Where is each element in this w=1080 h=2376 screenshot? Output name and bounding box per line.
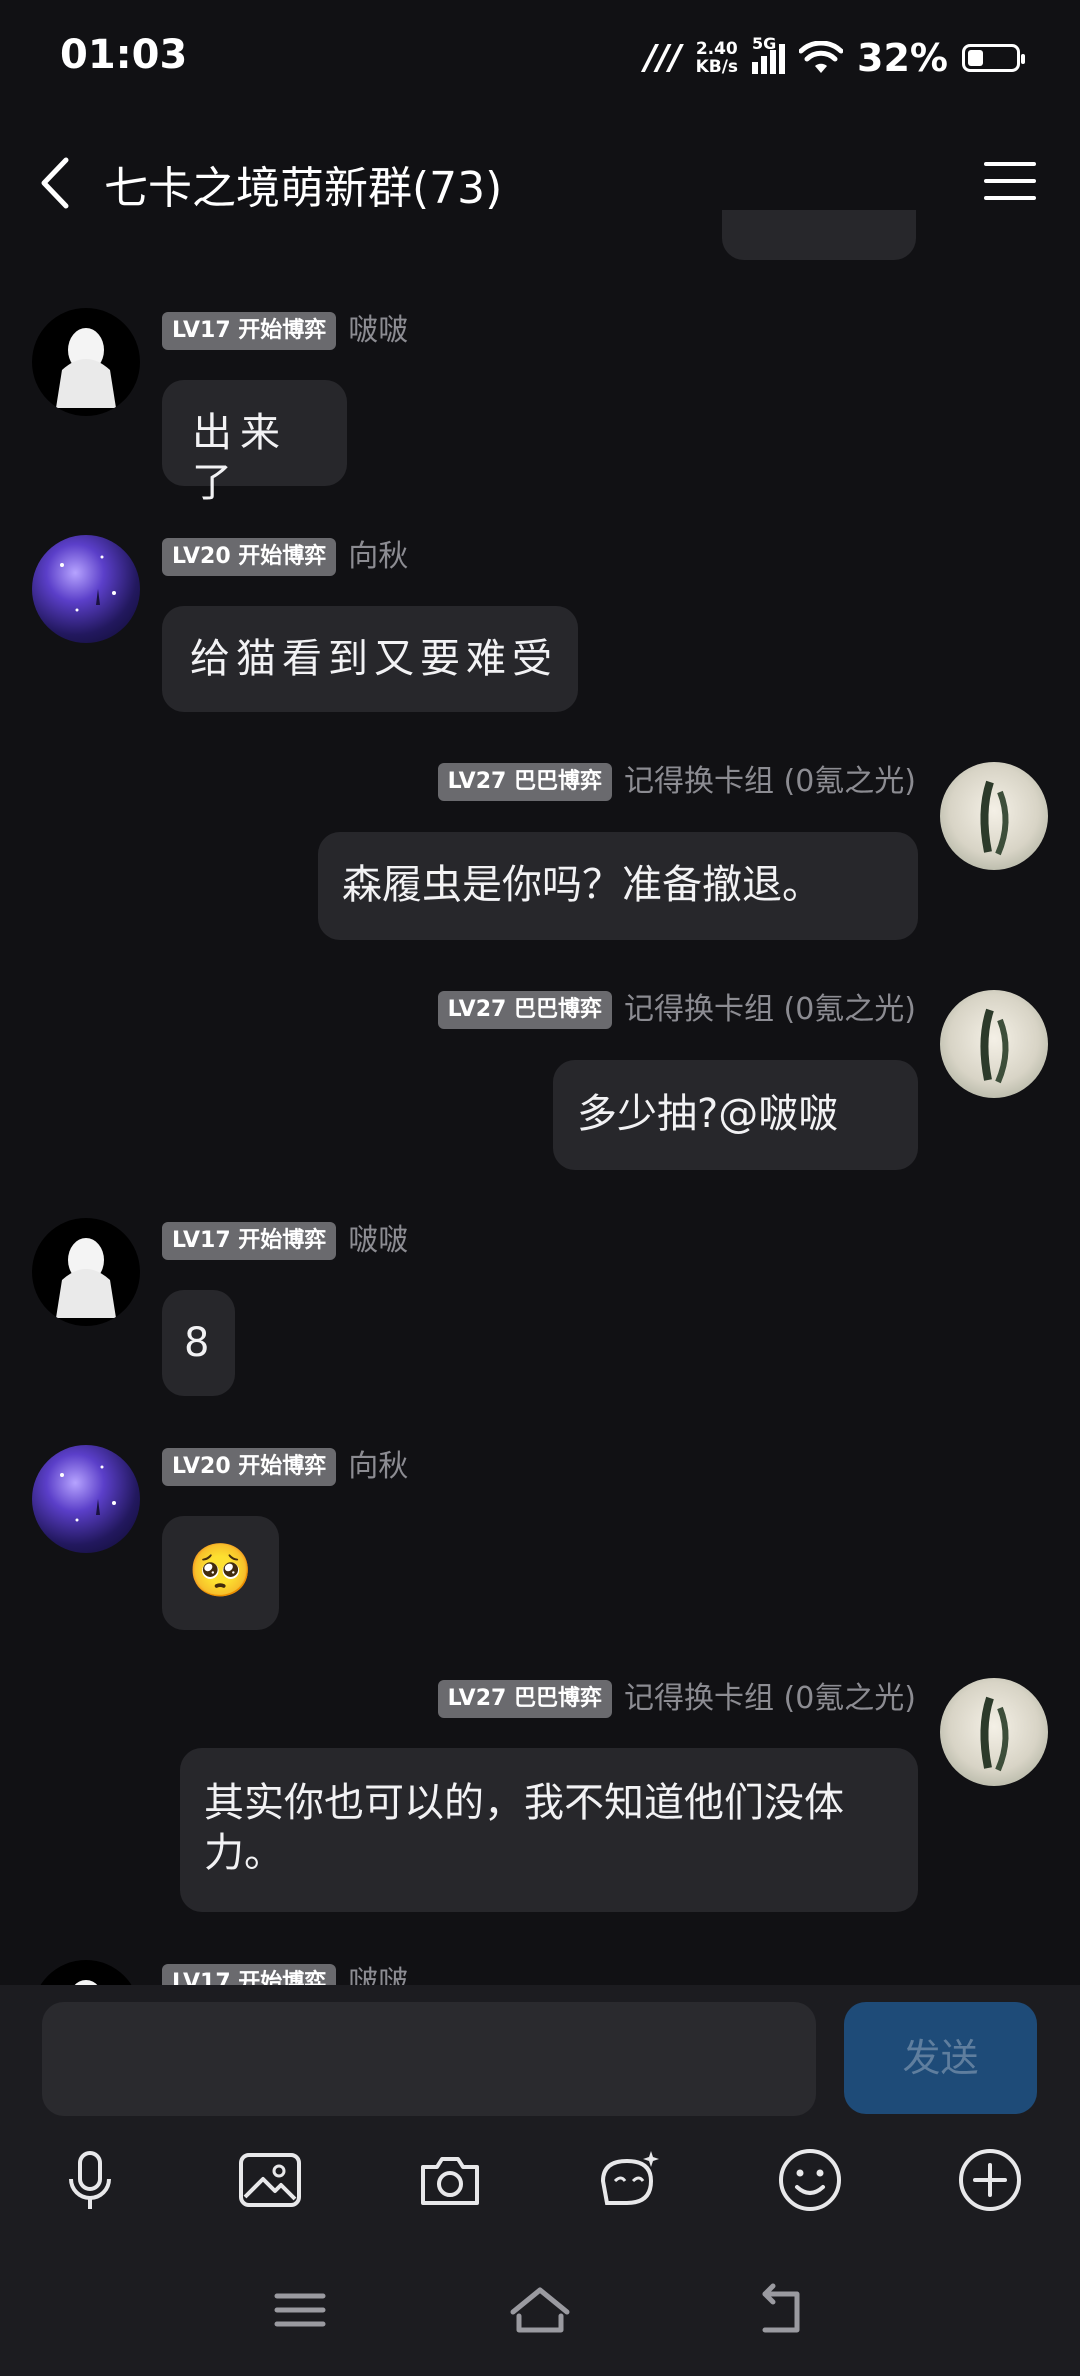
level-badge: LV17 开始博弈 xyxy=(162,312,337,350)
sender-name: 啵啵 xyxy=(348,1223,409,1258)
message-bubble[interactable]: 森履虫是你吗？准备撤退。 xyxy=(318,832,918,940)
message-text: 其实你也可以的，我不知道他们没体力。 xyxy=(204,1780,844,1876)
message-bubble[interactable]: 其实你也可以的，我不知道他们没体力。 xyxy=(180,1748,918,1912)
status-icons: /// 2.40 KB/s 5G 32% xyxy=(644,34,1025,80)
camera-icon[interactable] xyxy=(410,2140,490,2220)
message-meta: LV20 开始博弈 向秋 xyxy=(162,538,408,576)
recents-icon[interactable] xyxy=(265,2280,335,2340)
home-icon[interactable] xyxy=(505,2280,575,2340)
message-text: 8 xyxy=(184,1320,210,1366)
level-badge: LV20 开始博弈 xyxy=(162,1448,337,1486)
level-badge: LV27 巴巴博弈 xyxy=(437,763,612,801)
plant-avatar[interactable] xyxy=(940,990,1048,1098)
message-bubble[interactable]: 多少抽?@啵啵 xyxy=(553,1060,918,1170)
message-text: 森履虫是你吗？准备撤退。 xyxy=(342,862,822,908)
menu-icon[interactable] xyxy=(980,156,1040,206)
image-icon[interactable] xyxy=(230,2140,310,2220)
message-meta: LV27 巴巴博弈 记得换卡组 (0氪之光) xyxy=(437,1680,916,1718)
sender-name: 向秋 xyxy=(348,1449,409,1484)
message-meta: LV17 开始博弈 啵啵 xyxy=(162,312,408,350)
chat-title: 七卡之境萌新群(73) xyxy=(104,163,503,214)
hd-indicator-icon: /// xyxy=(644,38,682,78)
message-text: 给猫看到又要难受 xyxy=(190,636,558,682)
message-meta: LV27 巴巴博弈 记得换卡组 (0氪之光) xyxy=(437,763,916,801)
galaxy-avatar[interactable] xyxy=(32,1445,140,1553)
network-speed: 2.40 KB/s xyxy=(695,39,739,77)
message-text: 多少抽?@啵啵 xyxy=(577,1091,839,1137)
sender-name: 记得换卡组 (0氪之光) xyxy=(623,764,916,799)
message-meta: LV27 巴巴博弈 记得换卡组 (0氪之光) xyxy=(437,991,916,1029)
battery-icon xyxy=(962,44,1025,72)
galaxy-avatar[interactable] xyxy=(32,535,140,643)
sender-name: 记得换卡组 (0氪之光) xyxy=(623,1681,916,1716)
level-badge: LV27 巴巴博弈 xyxy=(437,1680,612,1718)
signal-icon: 5G xyxy=(752,34,786,74)
level-badge: LV27 巴巴博弈 xyxy=(437,991,612,1029)
message-text: 出来了 xyxy=(192,410,288,506)
sticker-icon[interactable] xyxy=(588,2140,668,2220)
level-badge: LV17 开始博弈 xyxy=(162,1222,337,1260)
status-time: 01:03 xyxy=(60,32,188,78)
message-bubble[interactable]: 给猫看到又要难受 xyxy=(162,606,578,712)
level-badge: LV20 开始博弈 xyxy=(162,538,337,576)
message-bubble[interactable]: 🥺 xyxy=(162,1516,279,1630)
message-bubble[interactable]: 8 xyxy=(162,1290,235,1396)
message-meta: LV17 开始博弈 啵啵 xyxy=(162,1222,408,1260)
back-nav-icon[interactable] xyxy=(745,2280,815,2340)
previous-message-bubble xyxy=(722,210,916,260)
sender-name: 啵啵 xyxy=(348,313,409,348)
ghost-avatar[interactable] xyxy=(32,308,140,416)
send-button[interactable]: 发送 xyxy=(844,2002,1037,2114)
ghost-avatar[interactable] xyxy=(32,1218,140,1326)
plus-icon[interactable] xyxy=(950,2140,1030,2220)
battery-percent: 32% xyxy=(857,36,948,80)
wifi-icon xyxy=(799,41,844,73)
pleading-face-emoji: 🥺 xyxy=(188,1541,253,1601)
message-meta: LV20 开始博弈 向秋 xyxy=(162,1448,408,1486)
message-input[interactable] xyxy=(42,2002,816,2116)
plant-avatar[interactable] xyxy=(940,1678,1048,1786)
sender-name: 记得换卡组 (0氪之光) xyxy=(623,992,916,1027)
message-bubble[interactable]: 出来了 xyxy=(162,380,347,506)
sender-name: 向秋 xyxy=(348,539,409,574)
plant-avatar[interactable] xyxy=(940,762,1048,870)
mic-icon[interactable] xyxy=(50,2140,130,2220)
emoji-icon[interactable] xyxy=(770,2140,850,2220)
back-arrow-icon[interactable] xyxy=(30,148,90,218)
